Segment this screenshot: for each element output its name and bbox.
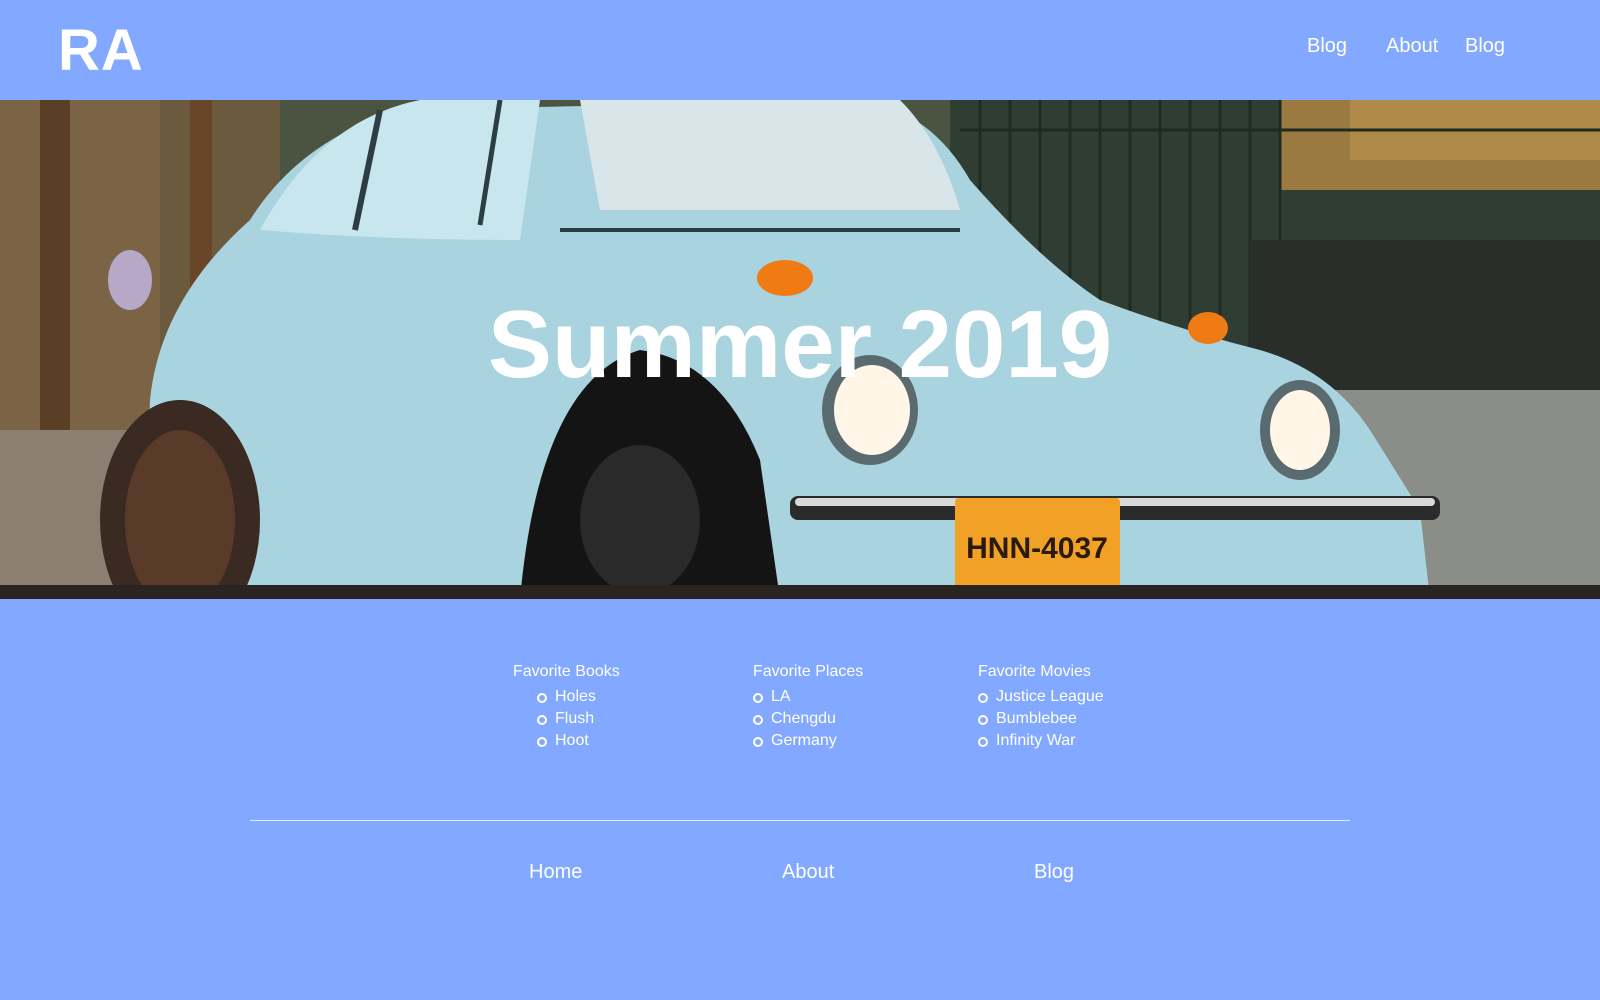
list-item: Bumblebee [978, 708, 1104, 730]
bullet-icon [753, 737, 763, 747]
footer-divider [250, 820, 1350, 821]
favorite-places-list: LA Chengdu Germany [753, 686, 863, 752]
list-item: Germany [753, 730, 863, 752]
list-item: Infinity War [978, 730, 1104, 752]
favorite-books-list: Holes Flush Hoot [513, 686, 620, 752]
list-item-label: Flush [555, 710, 595, 727]
bullet-icon [753, 693, 763, 703]
favorite-places-column: Favorite Places LA Chengdu Germany [753, 662, 863, 752]
nav-link-blog[interactable]: Blog [1307, 34, 1347, 58]
list-item: LA [753, 686, 863, 708]
bullet-icon [537, 693, 547, 703]
footer-link-blog[interactable]: Blog [1034, 860, 1074, 884]
footer-link-home[interactable]: Home [529, 860, 582, 884]
favorite-movies-title: Favorite Movies [978, 663, 1091, 680]
footer-link-about[interactable]: About [782, 860, 834, 884]
bullet-icon [753, 715, 763, 725]
hero-title: Summer 2019 [487, 291, 1113, 398]
favorite-books-title: Favorite Books [513, 663, 620, 680]
favorite-movies-column: Favorite Movies Justice League Bumblebee… [978, 662, 1104, 752]
site-logo[interactable]: RA [58, 18, 144, 84]
list-item: Flush [513, 708, 620, 730]
list-item-label: Infinity War [996, 732, 1076, 749]
bullet-icon [537, 737, 547, 747]
favorite-places-title: Favorite Places [753, 663, 864, 680]
bullet-icon [978, 715, 988, 725]
list-item: Justice League [978, 686, 1104, 708]
list-item: Holes [513, 686, 620, 708]
list-item-label: Germany [771, 732, 837, 749]
list-item-label: LA [771, 688, 791, 705]
bullet-icon [537, 715, 547, 725]
bullet-icon [978, 693, 988, 703]
license-plate-text: HNN-4037 [966, 532, 1108, 565]
list-item: Chengdu [753, 708, 863, 730]
nav-link-blog-2[interactable]: Blog [1465, 34, 1505, 58]
favorites-section: Favorite Books Holes Flush Hoot Favorite… [0, 662, 1600, 772]
list-item: Hoot [513, 730, 620, 752]
list-item-label: Chengdu [771, 710, 836, 727]
list-item-label: Hoot [555, 732, 589, 749]
hero-banner: HNN-4037 Summer 2019 [0, 100, 1600, 599]
list-item-label: Bumblebee [996, 710, 1077, 727]
list-item-label: Holes [555, 688, 596, 705]
site-header: RA Blog About Blog [0, 0, 1600, 100]
list-item-label: Justice League [996, 688, 1104, 705]
bullet-icon [978, 737, 988, 747]
nav-link-about[interactable]: About [1386, 34, 1438, 58]
favorite-movies-list: Justice League Bumblebee Infinity War [978, 686, 1104, 752]
favorite-books-column: Favorite Books Holes Flush Hoot [513, 662, 620, 752]
